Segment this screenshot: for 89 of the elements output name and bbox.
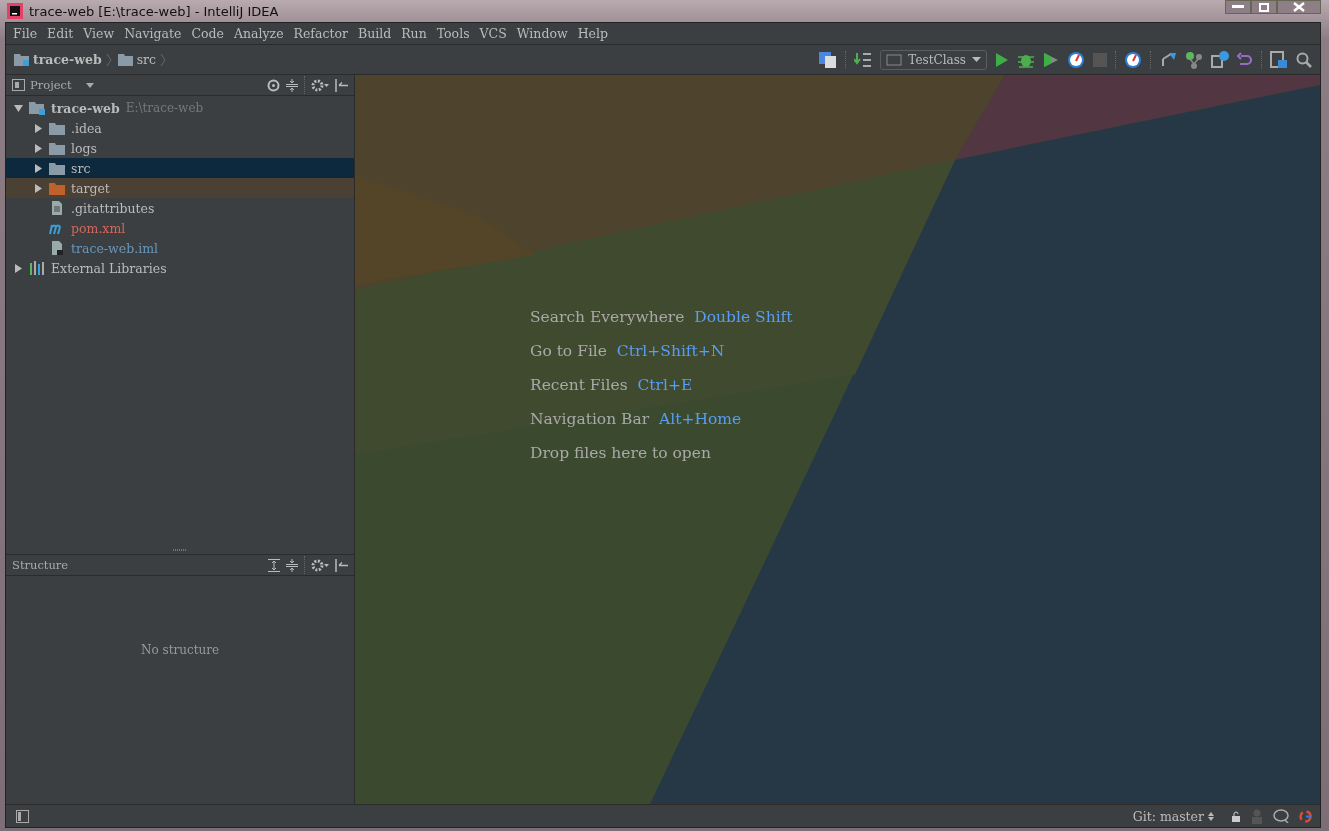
folder-icon xyxy=(14,53,30,66)
toggle-tool-windows-icon[interactable] xyxy=(16,809,29,823)
project-folder-icon xyxy=(29,101,45,115)
up-down-arrows-icon xyxy=(1208,811,1214,821)
gauge-icon[interactable] xyxy=(1067,50,1085,69)
undo-icon[interactable] xyxy=(1237,51,1253,68)
search-icon[interactable] xyxy=(1296,51,1312,68)
tree-row[interactable]: logs xyxy=(6,138,354,158)
collapsed-arrow-icon[interactable] xyxy=(34,183,43,193)
translate-icon[interactable] xyxy=(819,51,838,68)
tree-row[interactable]: pom.xml xyxy=(6,218,354,238)
tree-row[interactable]: .gitattributes xyxy=(6,198,354,218)
minimize-icon xyxy=(1232,5,1244,9)
menu-item[interactable]: View xyxy=(78,26,120,41)
folder-icon xyxy=(49,161,65,175)
project-path: E:\trace-web xyxy=(125,101,204,115)
chat-icon[interactable] xyxy=(1273,809,1289,823)
shortcut-hint: Search Everywhere Double Shift xyxy=(530,307,793,328)
tree-row[interactable]: .idea xyxy=(6,118,354,138)
menu-item[interactable]: Refactor xyxy=(288,26,353,41)
shortcut-hint: Navigation Bar Alt+Home xyxy=(530,409,742,430)
menu-item[interactable]: Window xyxy=(511,26,573,41)
menu-item[interactable]: Analyze xyxy=(228,26,289,41)
folder-icon xyxy=(49,121,65,135)
menu-item[interactable]: Code xyxy=(186,26,229,41)
app-logo-icon xyxy=(7,3,23,19)
gear-icon[interactable] xyxy=(311,558,329,572)
panel-icon xyxy=(12,79,25,91)
minimize-button[interactable] xyxy=(1225,0,1251,14)
window-icon xyxy=(886,53,903,66)
caret-icon xyxy=(972,57,981,62)
menu-item[interactable]: Tools xyxy=(431,26,475,41)
gauge-icon[interactable] xyxy=(1124,50,1142,69)
menu-item[interactable]: Help xyxy=(572,26,613,41)
collapsed-arrow-icon[interactable] xyxy=(34,123,43,133)
gear-icon[interactable] xyxy=(311,78,329,92)
lock-icon[interactable] xyxy=(1230,810,1241,822)
panel-title[interactable]: Project xyxy=(12,78,72,92)
play-icon[interactable] xyxy=(995,51,1009,68)
chevron-icon xyxy=(105,52,112,67)
coverage-icon[interactable] xyxy=(1043,51,1059,68)
shortcut-hint: Go to File Ctrl+Shift+N xyxy=(530,341,725,362)
vcs-update-icon[interactable] xyxy=(1159,50,1177,69)
locate-icon[interactable] xyxy=(267,78,280,92)
chevron-icon xyxy=(160,52,167,67)
collapsed-arrow-icon[interactable] xyxy=(34,143,43,153)
breadcrumb[interactable]: trace-web xyxy=(14,52,102,67)
history-icon[interactable] xyxy=(1211,50,1229,69)
project-structure-icon[interactable] xyxy=(1270,50,1288,69)
tree-row[interactable]: src xyxy=(6,158,354,178)
collapsed-arrow-icon[interactable] xyxy=(14,263,23,273)
expanded-arrow-icon[interactable] xyxy=(14,103,23,113)
shortcut-hint: Drop files here to open xyxy=(530,443,711,464)
menu-item[interactable]: Edit xyxy=(42,26,79,41)
vcs-commit-icon[interactable] xyxy=(1185,50,1203,69)
tree-row[interactable]: trace-web E:\trace-web xyxy=(6,98,354,118)
breadcrumb[interactable]: src xyxy=(117,52,157,67)
collapse-all-icon[interactable] xyxy=(286,78,298,92)
hide-panel-icon[interactable] xyxy=(335,78,348,92)
expand-all-icon[interactable] xyxy=(268,558,280,572)
collapse-all-icon[interactable] xyxy=(286,558,298,572)
module-file-icon xyxy=(49,241,65,255)
collapsed-arrow-icon[interactable] xyxy=(34,163,43,173)
menu-item[interactable]: Navigate xyxy=(119,26,187,41)
window-title: trace-web [E:\trace-web] - IntelliJ IDEA xyxy=(29,3,279,19)
folder-icon xyxy=(49,181,65,195)
folder-icon xyxy=(49,141,65,155)
hide-panel-icon[interactable] xyxy=(335,558,348,572)
splitter-grip-icon[interactable] xyxy=(173,548,187,552)
empty-message: No structure xyxy=(140,643,220,657)
folder-icon xyxy=(117,53,134,66)
close-button[interactable] xyxy=(1277,0,1321,14)
git-branch-widget[interactable]: Git: master xyxy=(1132,808,1214,824)
maximize-button[interactable] xyxy=(1251,0,1277,14)
tree-row[interactable]: External Libraries xyxy=(6,258,354,278)
tree-row[interactable]: target xyxy=(6,178,354,198)
dropdown-arrow-icon[interactable] xyxy=(85,82,94,88)
maximize-icon xyxy=(1259,2,1269,12)
shortcut-hint: Recent Files Ctrl+E xyxy=(530,375,693,396)
file-icon xyxy=(49,201,65,215)
menu-item[interactable]: Build xyxy=(352,26,397,41)
panel-title[interactable]: Structure xyxy=(12,558,69,572)
menu-item[interactable]: VCS xyxy=(474,26,512,41)
menu-item[interactable]: Run xyxy=(396,26,432,41)
tree-row[interactable]: trace-web.iml xyxy=(6,238,354,258)
menu-item[interactable]: File xyxy=(8,26,43,41)
libraries-icon xyxy=(29,261,45,275)
run-configuration-dropdown[interactable]: TestClass xyxy=(880,49,987,70)
close-icon xyxy=(1293,2,1305,12)
